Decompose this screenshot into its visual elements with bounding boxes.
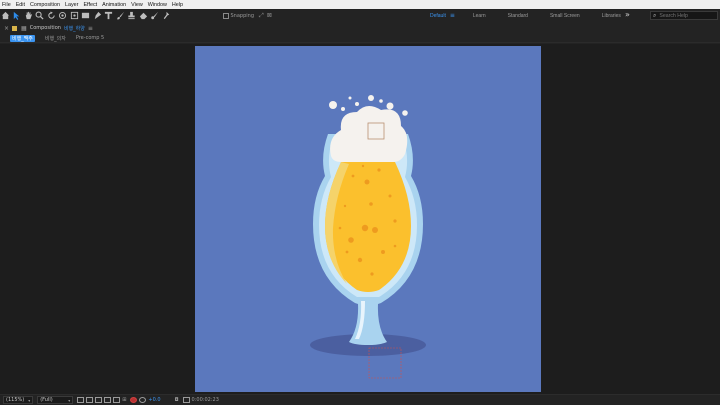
panel-menu-icon[interactable]: ▦ [21, 25, 27, 32]
breadcrumb-item[interactable]: 비행_맥주 [10, 34, 35, 42]
region-of-interest-icon[interactable] [104, 397, 112, 403]
workspace-learn[interactable]: Learn [473, 13, 486, 19]
composition-artboard[interactable] [195, 46, 541, 392]
menu-bar: File Edit Composition Layer Effect Anima… [0, 0, 720, 9]
pan-behind-icon[interactable] [69, 11, 79, 21]
menu-layer[interactable]: Layer [65, 2, 79, 8]
comp-menu-icon[interactable]: ≡ [88, 25, 93, 32]
workspace-bar: Default ≡ Learn Standard Small Screen Li… [430, 9, 643, 22]
camera-orbit-icon[interactable] [58, 11, 68, 21]
hand-tool-icon[interactable] [23, 11, 33, 21]
beer-glass-illustration [310, 95, 426, 379]
breadcrumb-item[interactable]: 비행_의자 [45, 35, 66, 42]
home-icon[interactable] [0, 11, 10, 21]
chevron-down-icon: ▾ [68, 397, 71, 403]
menu-animation[interactable]: Animation [102, 2, 126, 8]
color-management-icon[interactable] [130, 397, 138, 403]
transparency-grid-icon[interactable] [86, 397, 94, 403]
workspace-small-screen[interactable]: Small Screen [550, 13, 580, 19]
show-snapshot-icon[interactable] [182, 397, 190, 403]
close-panel-icon[interactable]: × [4, 25, 9, 32]
menu-window[interactable]: Window [148, 2, 167, 8]
search-icon: ⌕ [653, 11, 657, 19]
puppet-pin-icon[interactable] [161, 11, 171, 21]
resolution-select[interactable]: (Full) ▾ [37, 396, 74, 404]
clone-stamp-icon[interactable] [127, 11, 137, 21]
snap-options-icon[interactable]: ⤢ [259, 12, 264, 20]
resolution-value: (Full) [40, 397, 53, 403]
viewer-bottom-bar: (115%) ▾ (Full) ▾ ⊞ +0.0 ◘ 0:00:02:23 [0, 394, 720, 405]
menu-effect[interactable]: Effect [83, 2, 97, 8]
brush-tool-icon[interactable] [115, 11, 125, 21]
snapshot-icon[interactable]: ◘ [175, 397, 179, 403]
menu-edit[interactable]: Edit [16, 2, 25, 8]
composition-viewer[interactable] [0, 44, 720, 394]
exposure-value[interactable]: +0.0 [148, 397, 160, 403]
composition-panel-header: × ▦ Composition 비행_하양 ≡ [0, 22, 720, 34]
search-help-input[interactable] [659, 12, 716, 19]
snapping-label: Snapping [230, 12, 255, 19]
rotate-tool-icon[interactable] [46, 11, 56, 21]
panel-title: Composition [29, 25, 61, 31]
type-tool-icon[interactable] [104, 11, 114, 21]
workspace-libraries[interactable]: Libraries [602, 13, 621, 19]
timecode[interactable]: 0:00:02:23 [192, 397, 219, 403]
selection-tool-icon[interactable] [12, 11, 22, 21]
zoom-select[interactable]: (115%) ▾ [3, 396, 34, 404]
eraser-tool-icon[interactable] [138, 11, 148, 21]
zoom-tool-icon[interactable] [35, 11, 45, 21]
search-help-box[interactable]: ⌕ [650, 11, 718, 20]
menu-file[interactable]: File [2, 2, 11, 8]
rectangle-tool-icon[interactable] [81, 11, 91, 21]
snapping-toggle[interactable]: Snapping ⤢ ⊠ [222, 12, 272, 20]
more-workspaces-icon[interactable]: » [625, 10, 630, 19]
beer-foam [330, 105, 408, 162]
comp-breadcrumbs: 비행_맥주 비행_의자 Pre-comp 5 [0, 34, 720, 43]
zoom-value: (115%) [6, 397, 25, 403]
lock-icon[interactable] [12, 25, 18, 31]
menu-view[interactable]: View [131, 2, 143, 8]
snapping-checkbox[interactable] [222, 12, 229, 19]
fast-previews-icon[interactable] [77, 397, 85, 403]
workspace-default[interactable]: Default [430, 13, 446, 19]
roto-brush-icon[interactable] [150, 11, 160, 21]
workspace-standard[interactable]: Standard [508, 13, 528, 19]
comp-name[interactable]: 비행_하양 [64, 25, 85, 32]
chevron-down-icon: ▾ [28, 397, 31, 403]
menu-composition[interactable]: Composition [30, 2, 60, 8]
workspace-menu-icon[interactable]: ≡ [450, 12, 455, 19]
pen-tool-icon[interactable] [92, 11, 102, 21]
grid-guides-icon[interactable] [113, 397, 121, 403]
channel-icon[interactable]: ⊞ [122, 397, 126, 403]
snap-edges-icon[interactable]: ⊠ [267, 12, 272, 19]
mask-visibility-icon[interactable] [95, 397, 103, 403]
breadcrumb-item[interactable]: Pre-comp 5 [76, 35, 104, 41]
exposure-reset-icon[interactable] [139, 397, 147, 403]
tools-toolbar: Snapping ⤢ ⊠ Default ≡ Learn Standard Sm… [0, 9, 720, 22]
menu-help[interactable]: Help [172, 2, 183, 8]
